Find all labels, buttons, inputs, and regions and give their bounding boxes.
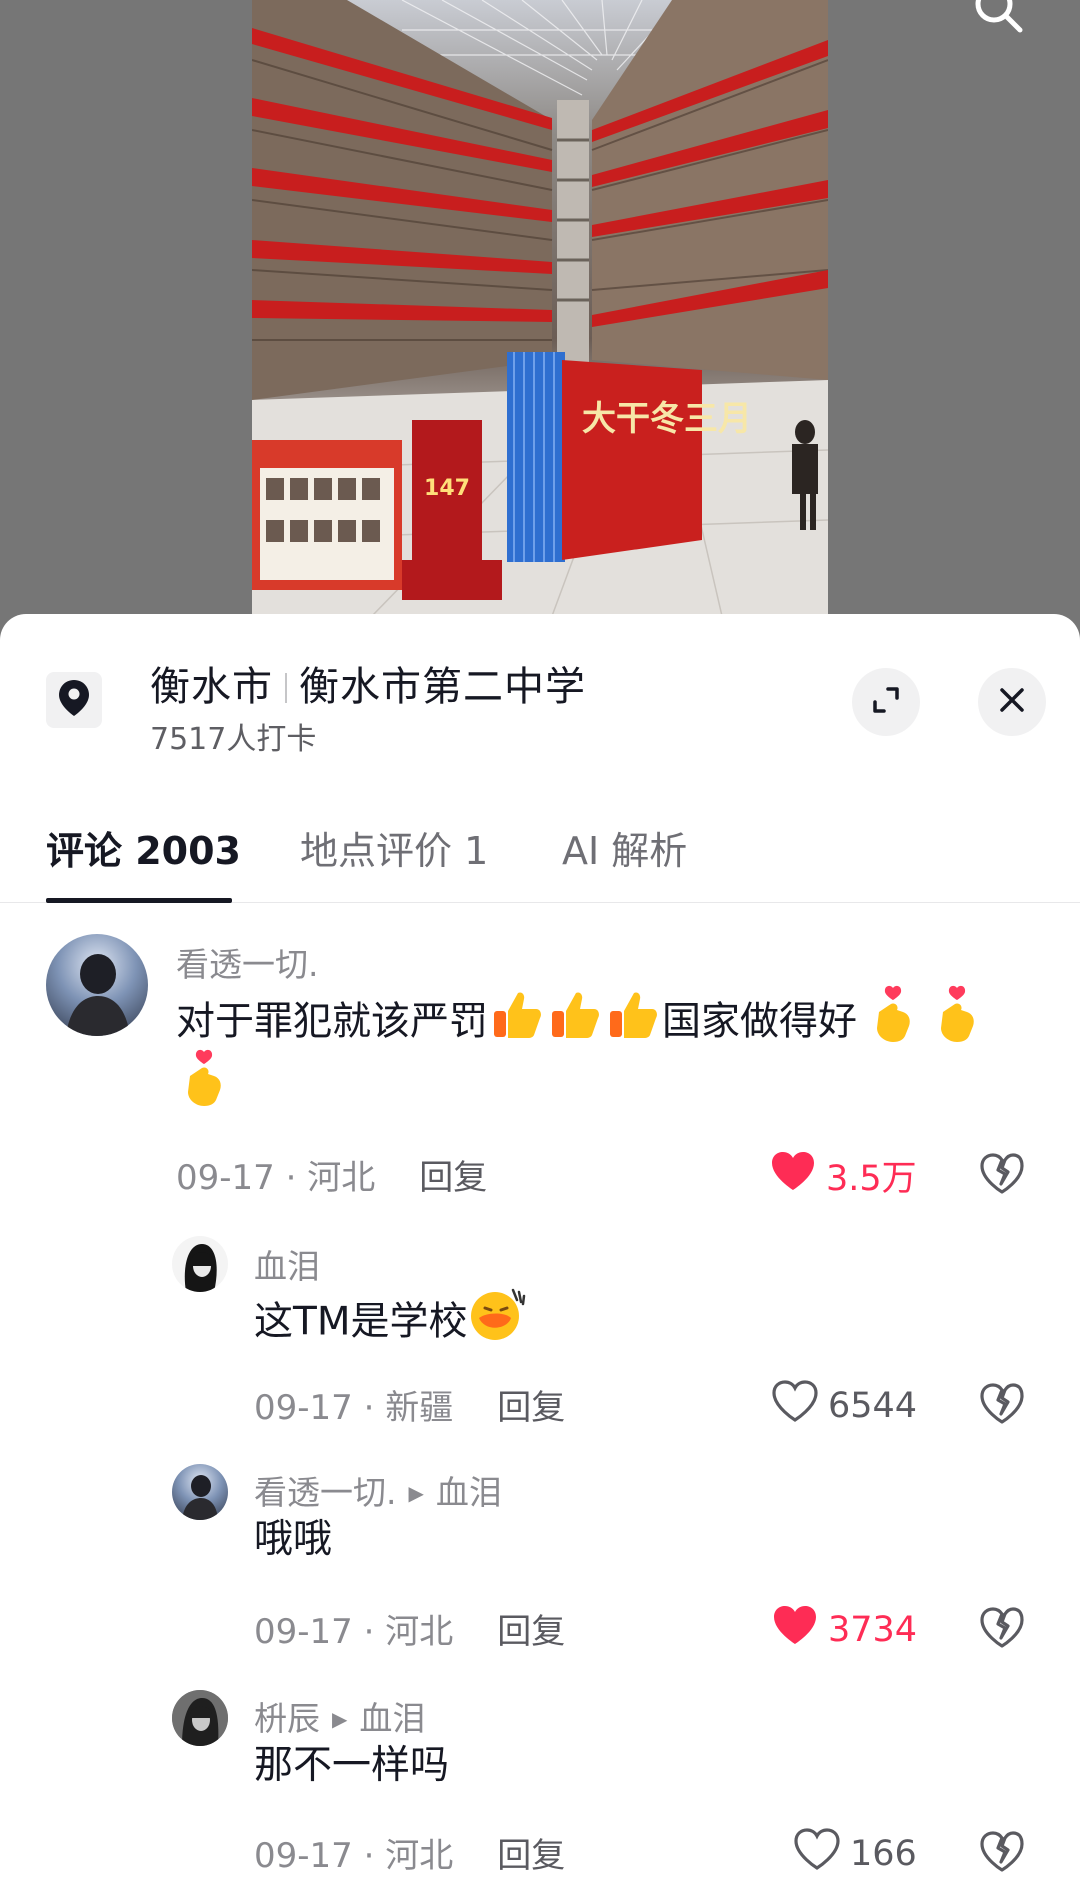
comment-text-part: 这TM是学校	[254, 1299, 468, 1345]
checkin-count: 7517人打卡	[150, 722, 317, 757]
like-count: 6544	[828, 1385, 918, 1426]
expand-button[interactable]	[852, 668, 920, 736]
comment-username: 枡辰 ▶ 血泪	[254, 1692, 425, 1740]
close-button[interactable]	[978, 668, 1046, 736]
like-count: 3.5万	[826, 1159, 917, 1199]
finger-heart-emoji	[865, 984, 921, 1064]
like-button[interactable]: 166	[794, 1828, 917, 1879]
heart-icon	[772, 1604, 828, 1655]
comment-date-location: 09-17 · 河北	[254, 1612, 454, 1652]
expand-icon	[871, 685, 901, 719]
reply-button[interactable]: 回复	[497, 1836, 565, 1876]
reply-button[interactable]: 回复	[497, 1388, 565, 1428]
location-pin-icon	[57, 678, 91, 722]
dislike-button[interactable]	[978, 1150, 1026, 1198]
reply-button[interactable]: 回复	[419, 1158, 487, 1198]
tab-place-reviews[interactable]: 地点评价 1	[300, 820, 488, 875]
comment-date-location: 09-17 · 河北	[254, 1836, 454, 1876]
dislike-button[interactable]	[978, 1380, 1026, 1428]
duck-emoji	[467, 1284, 527, 1364]
broken-heart-icon	[978, 1383, 1026, 1432]
close-icon	[999, 687, 1025, 717]
heart-icon	[770, 1150, 826, 1201]
location-photo[interactable]: 147 大干冬三月	[252, 0, 828, 616]
dislike-button[interactable]	[978, 1828, 1026, 1876]
comment-text: 哦哦	[254, 1517, 333, 1562]
reply-arrow-icon: ▶	[408, 1481, 424, 1505]
comment-text-line2	[176, 1048, 232, 1128]
comment-username: 看透一切. ▶ 血泪	[254, 1466, 502, 1514]
comment-text-part: 对于罪犯就该严罚	[176, 999, 489, 1045]
comments-sheet: 衡水市 衡水市第二中学 7517人打卡 评论 2003 地点评价 1 AI 解析 …	[0, 614, 1080, 1881]
search-button[interactable]	[968, 0, 1028, 40]
avatar[interactable]	[172, 1690, 228, 1746]
location-title[interactable]: 衡水市 衡水市第二中学	[150, 654, 586, 712]
avatar[interactable]	[172, 1236, 228, 1292]
dislike-button[interactable]	[978, 1604, 1026, 1652]
heart-icon	[794, 1828, 850, 1879]
comment-meta: 09-17 · 河北 回复	[254, 1604, 565, 1653]
tab-bar: 评论 2003 地点评价 1 AI 解析	[0, 810, 1080, 903]
avatar[interactable]	[46, 934, 148, 1036]
like-button[interactable]: 6544	[772, 1380, 917, 1431]
comment-text-part: 国家做得好	[662, 999, 858, 1045]
location-badge	[46, 672, 102, 728]
reply-author[interactable]: 看透一切.	[254, 1473, 397, 1512]
like-count: 166	[850, 1833, 917, 1874]
reply-arrow-icon: ▶	[332, 1707, 348, 1731]
like-button[interactable]: 3734	[772, 1604, 917, 1655]
avatar[interactable]	[172, 1464, 228, 1520]
thumbs-up-emoji	[604, 985, 662, 1063]
reply-target[interactable]: 血泪	[436, 1473, 502, 1512]
reply-button[interactable]: 回复	[497, 1612, 565, 1652]
like-button[interactable]: 3.5万	[770, 1150, 917, 1201]
title-divider	[285, 673, 287, 703]
thumbs-up-emoji	[546, 985, 604, 1063]
location-name: 衡水市第二中学	[299, 664, 586, 710]
comment-text: 那不一样吗	[254, 1743, 450, 1788]
like-count: 3734	[828, 1609, 918, 1650]
comment-meta: 09-17 · 河北 回复	[176, 1150, 487, 1199]
broken-heart-icon	[978, 1831, 1026, 1880]
active-tab-indicator	[46, 898, 232, 903]
finger-heart-emoji	[176, 1048, 232, 1128]
broken-heart-icon	[978, 1607, 1026, 1656]
search-icon	[970, 0, 1026, 40]
finger-heart-emoji	[929, 984, 985, 1064]
board-slogan: 大干冬三月	[582, 399, 752, 439]
reply-author[interactable]: 枡辰	[254, 1699, 320, 1738]
comment-date-location: 09-17 · 新疆	[254, 1388, 454, 1428]
heart-icon	[772, 1380, 828, 1431]
thumbs-up-emoji	[488, 985, 546, 1063]
tab-ai-analysis[interactable]: AI 解析	[562, 820, 687, 875]
comment-username[interactable]: 看透一切.	[176, 938, 319, 986]
broken-heart-icon	[978, 1153, 1026, 1202]
countdown-number: 147	[424, 476, 470, 501]
comment-meta: 09-17 · 河北 回复	[254, 1828, 565, 1877]
comment-text: 对于罪犯就该严罚 国家做得好	[176, 984, 985, 1064]
reply-target[interactable]: 血泪	[359, 1699, 425, 1738]
location-city: 衡水市	[150, 664, 273, 710]
comment-text: 这TM是学校	[254, 1284, 527, 1364]
comment-meta: 09-17 · 新疆 回复	[254, 1380, 565, 1429]
comment-username[interactable]: 血泪	[254, 1240, 320, 1288]
comment-date-location: 09-17 · 河北	[176, 1158, 376, 1198]
tab-comments[interactable]: 评论 2003	[46, 820, 241, 875]
